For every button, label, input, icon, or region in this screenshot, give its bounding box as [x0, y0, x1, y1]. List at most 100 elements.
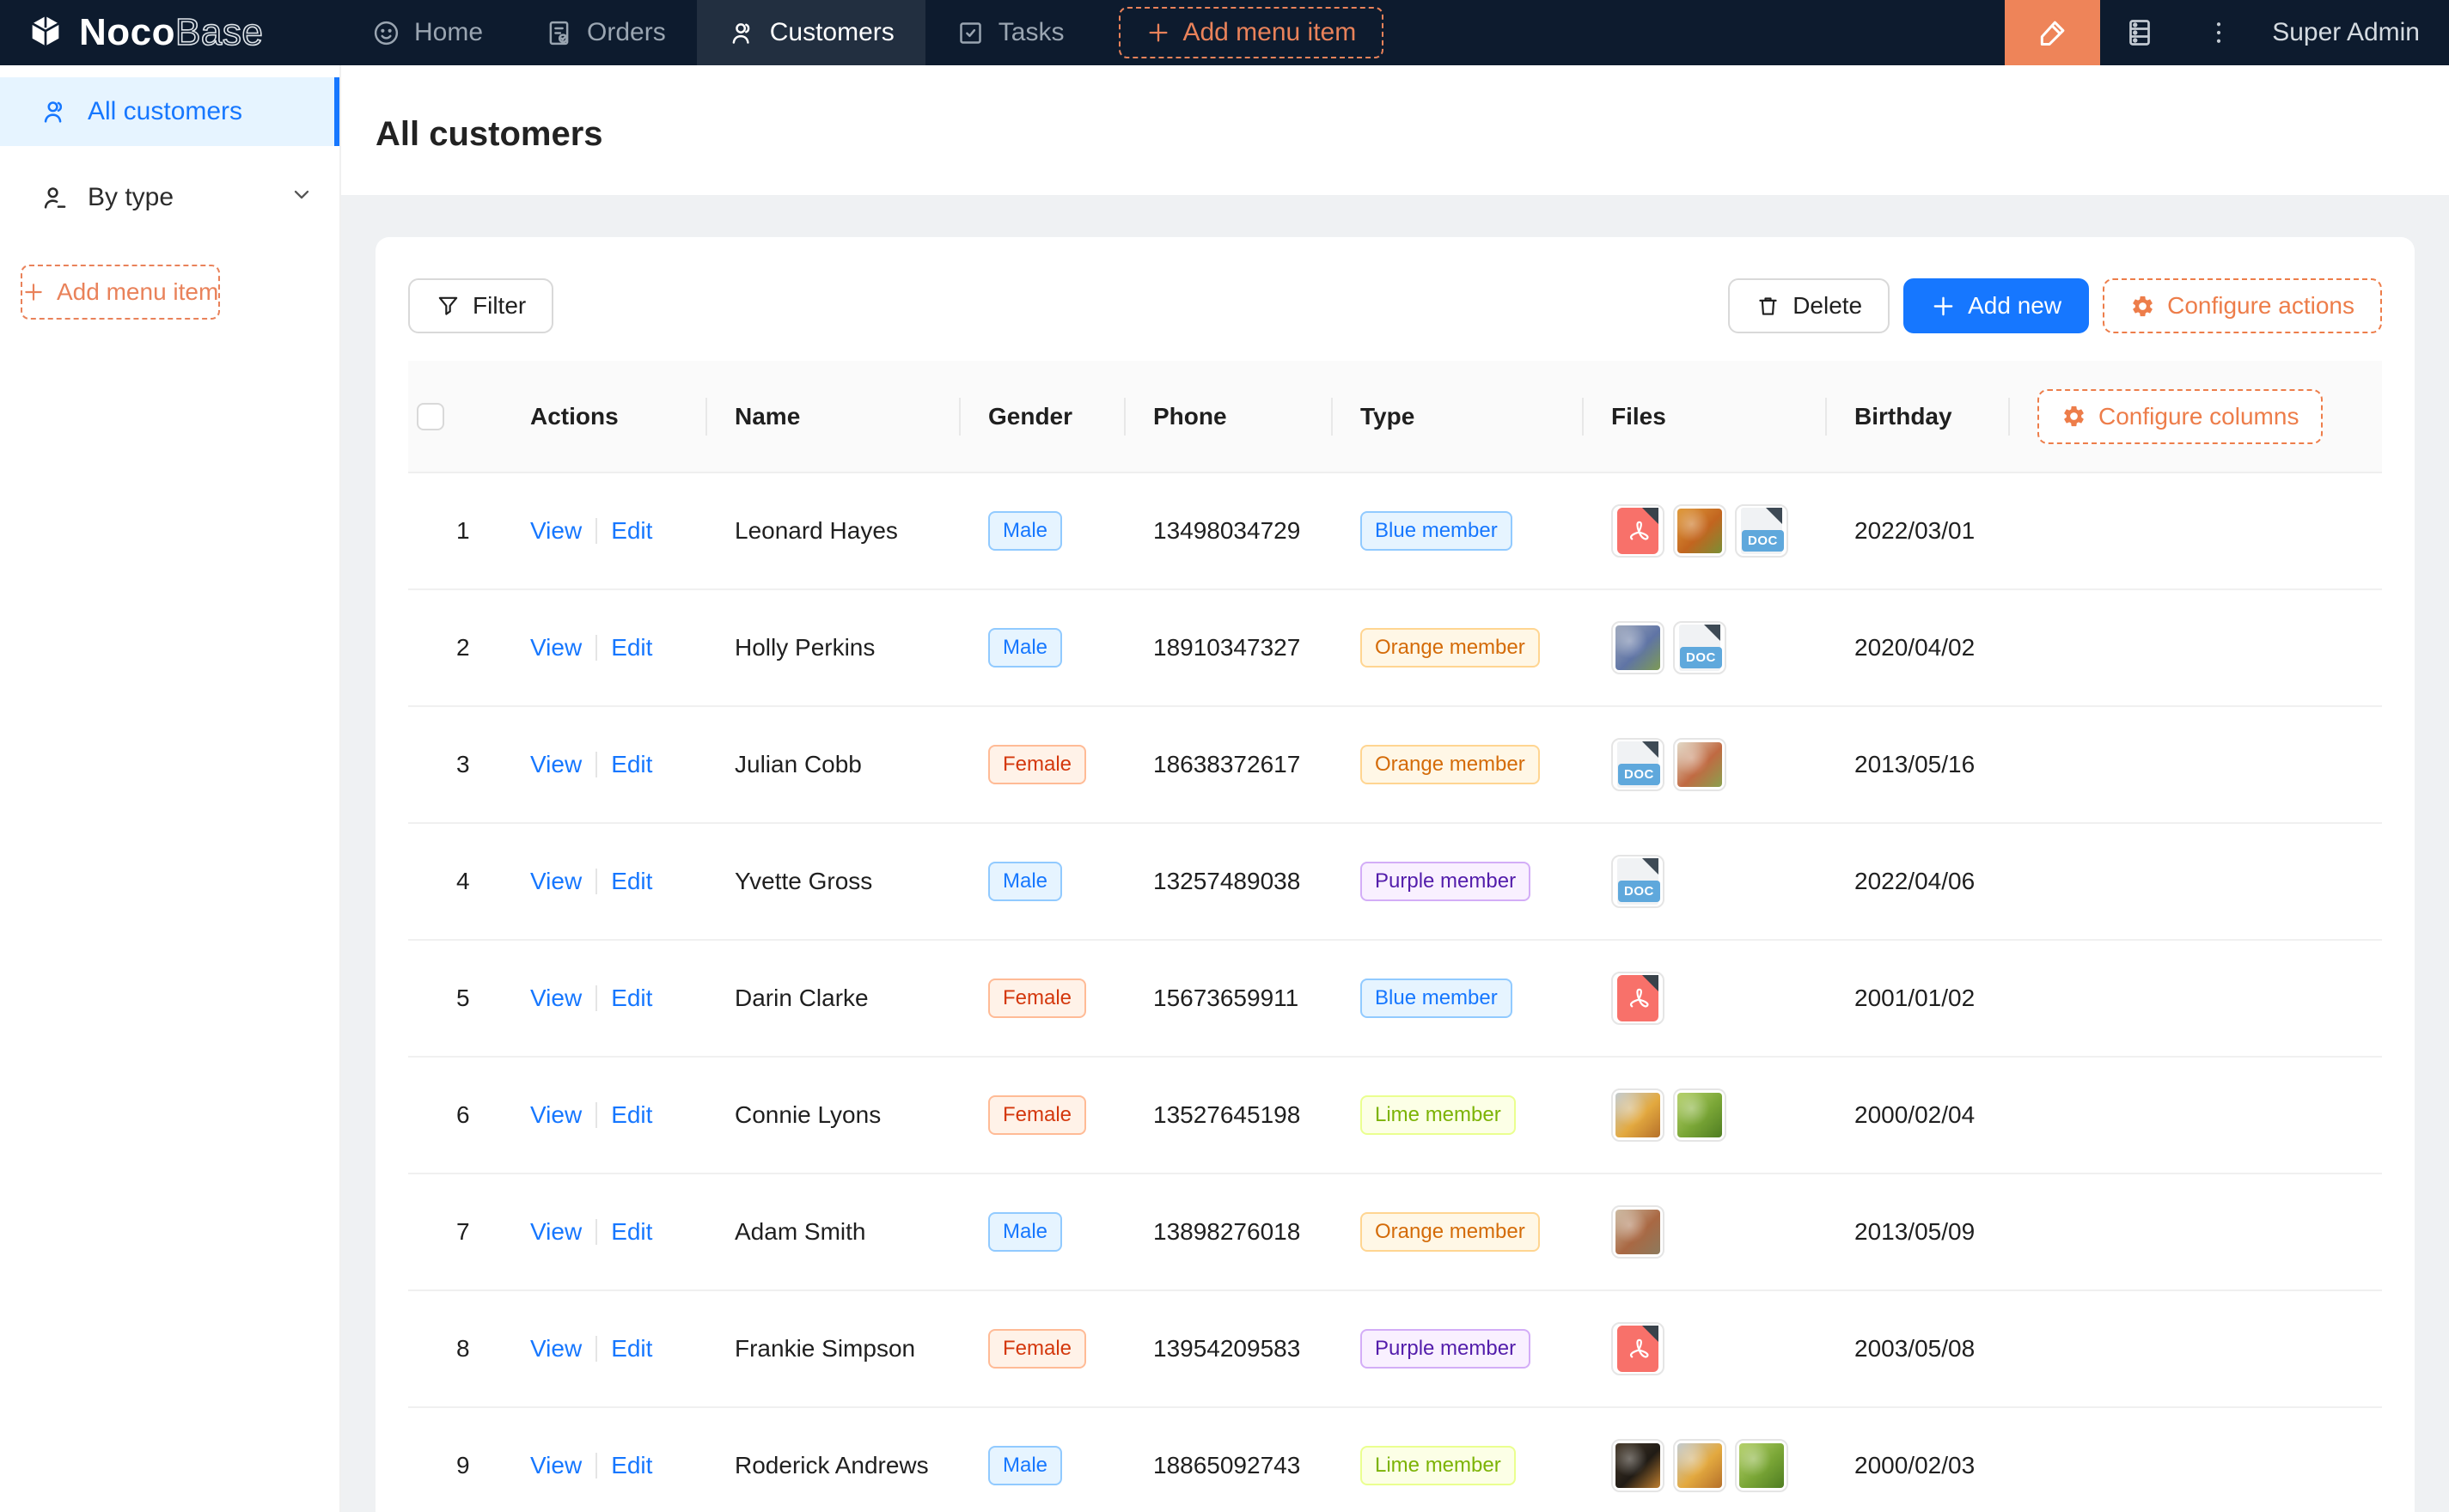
table-row: 1 ViewEdit Leonard Hayes Male 1349803472… — [408, 472, 2382, 589]
select-all-checkbox[interactable] — [417, 403, 444, 430]
pdf-file-icon — [1617, 975, 1658, 1021]
customer-name: Leonard Hayes — [735, 517, 898, 544]
type-tag: Purple member — [1360, 1329, 1530, 1369]
photo-thumbnail-fruit-still[interactable] — [1611, 1088, 1664, 1142]
column-header-type[interactable]: Type — [1333, 361, 1584, 472]
photo-thumbnail-fruit-still[interactable] — [1673, 1439, 1726, 1492]
photo-thumbnail-green-grapes[interactable] — [1673, 1088, 1726, 1142]
birthday-value: 2000/02/03 — [1854, 1452, 1975, 1478]
phone-value: 13527645198 — [1153, 1101, 1300, 1128]
column-header-name[interactable]: Name — [707, 361, 961, 472]
edit-link[interactable]: Edit — [611, 634, 652, 661]
more-ellipsis-icon[interactable] — [2179, 0, 2258, 65]
column-header-gender[interactable]: Gender — [961, 361, 1126, 472]
phone-value: 13898276018 — [1153, 1218, 1300, 1245]
nav-tab-orders[interactable]: Orders — [514, 0, 697, 65]
link-divider — [595, 1219, 597, 1245]
column-header-birthday[interactable]: Birthday — [1827, 361, 2010, 472]
photo-image — [1615, 1443, 1660, 1488]
customers-table: Actions Name Gender Phone Type Files Bir… — [408, 361, 2382, 1512]
phone-value: 15673659911 — [1153, 985, 1298, 1011]
delete-button[interactable]: Delete — [1728, 278, 1890, 333]
photo-thumbnail-blue-grapes[interactable] — [1611, 621, 1664, 674]
files-list — [1611, 1439, 1827, 1492]
customer-name: Frankie Simpson — [735, 1335, 915, 1362]
link-divider — [595, 1336, 597, 1362]
doc-file-thumbnail[interactable]: DOC — [1673, 621, 1726, 674]
page-title: All customers — [376, 115, 603, 154]
row-index: 5 — [456, 985, 470, 1011]
nav-add-menu-item-button[interactable]: Add menu item — [1119, 7, 1383, 58]
photo-thumbnail-green-grapes[interactable] — [1735, 1439, 1788, 1492]
link-divider — [595, 752, 597, 777]
type-tag: Blue member — [1360, 511, 1512, 551]
pdf-file-icon — [1617, 508, 1658, 554]
birthday-value: 2013/05/16 — [1854, 751, 1975, 777]
user-menu[interactable]: Super Admin — [2258, 18, 2449, 47]
customers-table-card: Filter Delete Add new Conf — [376, 237, 2415, 1512]
pdf-file-thumbnail[interactable] — [1611, 1322, 1664, 1375]
doc-label: DOC — [1618, 881, 1660, 902]
view-link[interactable]: View — [530, 985, 582, 1011]
plus-icon — [1146, 21, 1170, 45]
doc-file-thumbnail[interactable]: DOC — [1611, 738, 1664, 791]
photo-thumbnail-food-collage[interactable] — [1611, 1205, 1664, 1259]
add-new-button[interactable]: Add new — [1903, 278, 2089, 333]
customer-name: Adam Smith — [735, 1218, 866, 1245]
pdf-file-thumbnail[interactable] — [1611, 504, 1664, 558]
nav-tab-tasks[interactable]: Tasks — [925, 0, 1096, 65]
view-link[interactable]: View — [530, 1101, 582, 1128]
view-link[interactable]: View — [530, 634, 582, 661]
collections-server-icon[interactable] — [2100, 0, 2179, 65]
sidebar-item-all-customers[interactable]: All customers — [0, 77, 339, 146]
configure-actions-button[interactable]: Configure actions — [2103, 278, 2382, 333]
filter-button[interactable]: Filter — [408, 278, 553, 333]
phone-value: 18865092743 — [1153, 1452, 1300, 1478]
view-link[interactable]: View — [530, 751, 582, 777]
column-header-files[interactable]: Files — [1584, 361, 1827, 472]
table-row: 9 ViewEdit Roderick Andrews Male 1886509… — [408, 1407, 2382, 1512]
column-header-actions[interactable]: Actions — [503, 361, 707, 472]
nav-tab-label: Orders — [587, 18, 666, 47]
sidebar-add-menu-item-button[interactable]: Add menu item — [21, 265, 220, 320]
files-list: DOC — [1611, 504, 1827, 558]
doc-file-thumbnail[interactable]: DOC — [1735, 504, 1788, 558]
table-row: 6 ViewEdit Connie Lyons Female 135276451… — [408, 1057, 2382, 1174]
plus-icon — [22, 281, 45, 303]
edit-link[interactable]: Edit — [611, 751, 652, 777]
photo-thumbnail-food-table[interactable] — [1673, 738, 1726, 791]
doc-file-thumbnail[interactable]: DOC — [1611, 855, 1664, 908]
edit-link[interactable]: Edit — [611, 1335, 652, 1362]
view-link[interactable]: View — [530, 1452, 582, 1478]
sidebar-item-label: By type — [88, 183, 174, 212]
ui-editor-button[interactable] — [2005, 0, 2100, 65]
sidebar-item-by-type[interactable]: By type — [0, 163, 339, 232]
edit-link[interactable]: Edit — [611, 517, 652, 544]
edit-link[interactable]: Edit — [611, 1101, 652, 1128]
edit-link[interactable]: Edit — [611, 1218, 652, 1245]
view-link[interactable]: View — [530, 517, 582, 544]
edit-link[interactable]: Edit — [611, 1452, 652, 1478]
view-link[interactable]: View — [530, 1218, 582, 1245]
edit-link[interactable]: Edit — [611, 868, 652, 894]
nocobase-logo[interactable]: NocoBase — [0, 0, 341, 65]
photo-image — [1677, 1093, 1722, 1137]
view-link[interactable]: View — [530, 1335, 582, 1362]
photo-image — [1677, 1443, 1722, 1488]
view-link[interactable]: View — [530, 868, 582, 894]
link-divider — [595, 518, 597, 544]
nav-tab-customers[interactable]: Customers — [697, 0, 925, 65]
column-header-phone[interactable]: Phone — [1126, 361, 1333, 472]
photo-thumbnail-orange-flowers[interactable] — [1673, 504, 1726, 558]
type-tag: Lime member — [1360, 1446, 1516, 1485]
configure-columns-button[interactable]: Configure columns — [2037, 389, 2323, 444]
photo-thumbnail-dark-fruit-bowl[interactable] — [1611, 1439, 1664, 1492]
edit-link[interactable]: Edit — [611, 985, 652, 1011]
pdf-file-thumbnail[interactable] — [1611, 972, 1664, 1025]
row-index: 1 — [456, 517, 470, 544]
app-window: NocoBase Home Orders Customers Tasks Add — [0, 0, 2449, 1512]
page-header: All customers — [341, 65, 2449, 195]
gender-tag: Female — [988, 1095, 1086, 1135]
row-index: 9 — [456, 1452, 470, 1478]
nav-tab-home[interactable]: Home — [341, 0, 514, 65]
